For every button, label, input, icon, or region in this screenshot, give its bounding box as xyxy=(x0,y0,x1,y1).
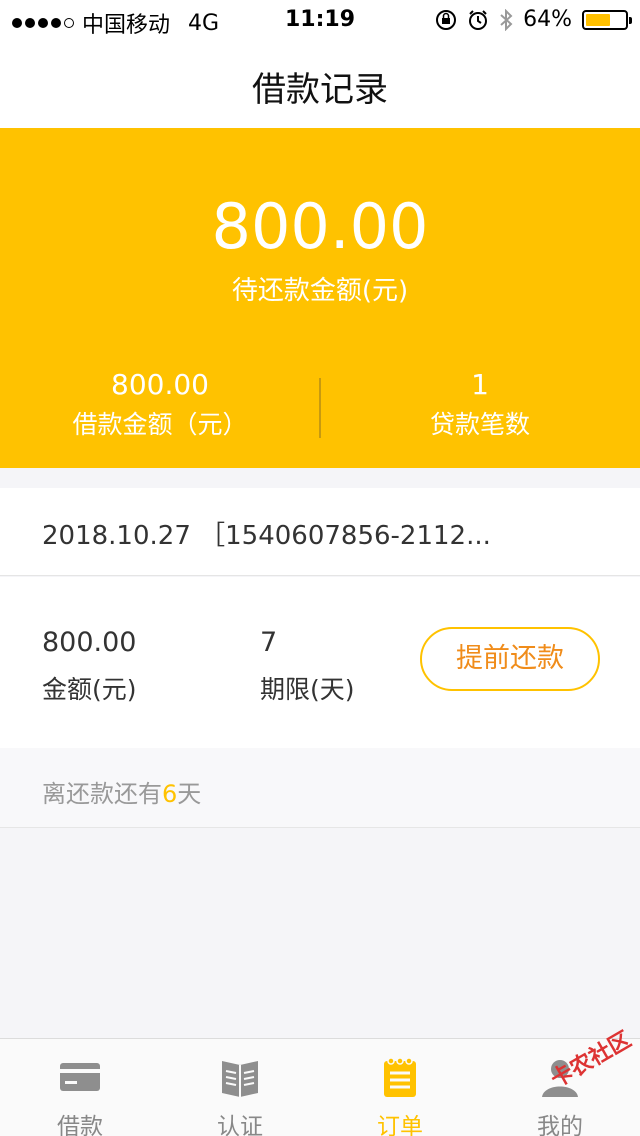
summary-panel: 800.00 待还款金额(元) 800.00 借款金额（元） 1 贷款笔数 xyxy=(0,128,640,468)
tab-verify-label: 认证 xyxy=(217,1114,263,1136)
loan-amount-label: 借款金额（元） xyxy=(72,410,248,439)
notepad-icon xyxy=(384,1057,416,1097)
status-bar: 中国移动 4G 11:19 64% xyxy=(0,0,640,40)
record-amount-value: 800.00 xyxy=(42,627,137,658)
loan-count-stat: 1 贷款笔数 xyxy=(320,368,640,441)
record-term-label: 期限(天) xyxy=(260,675,355,704)
early-repay-button[interactable]: 提前还款 xyxy=(420,627,600,691)
rotation-lock-icon xyxy=(436,9,457,30)
due-countdown: 离还款还有6天 xyxy=(42,774,201,809)
battery-icon xyxy=(582,9,632,30)
record-header[interactable]: 2018.10.27 ［1540607856-2112... xyxy=(0,488,640,576)
bluetooth-icon xyxy=(500,8,513,31)
tab-borrow-label: 借款 xyxy=(57,1114,103,1136)
loan-count-label: 贷款笔数 xyxy=(429,410,530,439)
loan-amount-stat: 800.00 借款金额（元） xyxy=(0,368,320,441)
record-term: 7 期限(天) xyxy=(260,627,355,706)
tab-bar: 借款 认证 订单 我的 xyxy=(0,1038,640,1136)
battery-percent: 64% xyxy=(523,7,572,32)
tab-orders[interactable]: 订单 xyxy=(320,1039,480,1136)
pending-amount-label: 待还款金额(元) xyxy=(231,276,409,306)
pending-amount: 800.00 xyxy=(211,190,429,263)
due-days: 6 xyxy=(162,780,178,808)
record-body: 800.00 金额(元) 7 期限(天) 提前还款 xyxy=(0,577,640,748)
alarm-icon xyxy=(469,9,488,30)
tab-mine-label: 我的 xyxy=(537,1114,583,1136)
record-amount-label: 金额(元) xyxy=(42,675,137,704)
tab-borrow[interactable]: 借款 xyxy=(0,1039,160,1136)
due-suffix: 天 xyxy=(177,780,202,808)
tab-orders-label: 订单 xyxy=(377,1114,423,1136)
card-icon xyxy=(60,1063,100,1091)
record-term-value: 7 xyxy=(260,627,278,658)
book-icon xyxy=(222,1061,258,1097)
loan-count-value: 1 xyxy=(471,368,489,401)
tab-verify[interactable]: 认证 xyxy=(160,1039,320,1136)
page-title: 借款记录 xyxy=(252,70,388,110)
record-amount: 800.00 金额(元) xyxy=(42,627,137,706)
status-right: 64% xyxy=(435,7,632,32)
loan-amount-value: 800.00 xyxy=(111,368,209,401)
record-due-info: 离还款还有6天 xyxy=(0,748,640,828)
nav-bar: 借款记录 xyxy=(0,40,640,128)
record-date-id: 2018.10.27 ［1540607856-2112... xyxy=(42,521,491,551)
due-prefix: 离还款还有 xyxy=(42,780,162,808)
